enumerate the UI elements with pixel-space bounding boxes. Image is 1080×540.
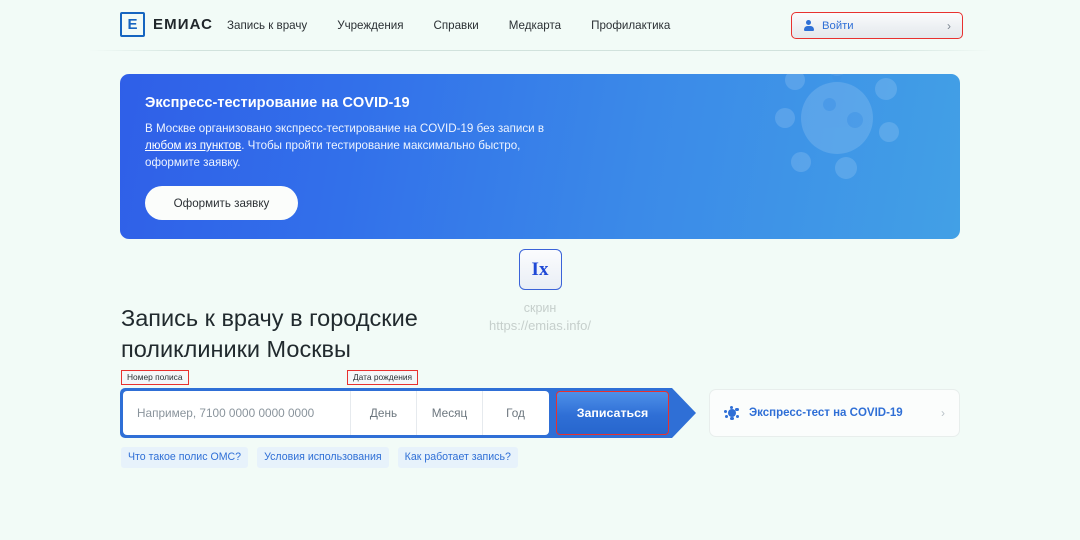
login-button[interactable]: Войти › — [791, 12, 963, 39]
annotation-birth-date: Дата рождения — [347, 370, 419, 386]
logo[interactable]: Е ЕМИАС — [120, 12, 213, 37]
form-arrow-decoration — [672, 388, 696, 438]
chevron-right-icon: › — [947, 18, 951, 33]
link-terms-of-use[interactable]: Условия использования — [257, 447, 389, 468]
annotation-policy-number: Номер полиса — [121, 370, 189, 386]
main-nav: Запись к врачу Учреждения Справки Медкар… — [227, 19, 670, 32]
page-title: Запись к врачу в городские поликлиники М… — [121, 305, 418, 362]
header-divider — [88, 50, 992, 51]
appointment-form: Например, 7100 0000 0000 0000 День Месяц… — [120, 388, 696, 438]
banner-description: В Москве организовано экспресс-тестирова… — [145, 120, 565, 171]
nav-item-medkarta[interactable]: Медкарта — [509, 19, 561, 32]
chevron-right-icon: › — [941, 406, 945, 420]
site-header: Е ЕМИАС Запись к врачу Учреждения Справк… — [0, 0, 1080, 51]
covid-express-test-card[interactable]: Экспресс-тест на COVID-19 › — [709, 389, 960, 437]
link-how-booking-works[interactable]: Как работает запись? — [397, 447, 518, 468]
nav-item-spravki[interactable]: Справки — [434, 19, 479, 32]
submit-appointment-button[interactable]: Записаться — [556, 391, 669, 435]
form-background: Например, 7100 0000 0000 0000 День Месяц… — [120, 388, 672, 438]
virus-decoration-large — [775, 74, 900, 181]
birth-month-select[interactable]: Месяц — [417, 391, 483, 435]
nav-item-profilaktika[interactable]: Профилактика — [591, 19, 670, 32]
virus-icon — [724, 405, 739, 421]
birth-day-select[interactable]: День — [351, 391, 417, 435]
logo-mark-icon: Е — [120, 12, 145, 37]
covid-testing-banner: Экспресс-тестирование на COVID-19 В Моск… — [120, 74, 960, 239]
logo-text: ЕМИАС — [153, 16, 214, 33]
covid-card-label: Экспресс-тест на COVID-19 — [749, 407, 903, 419]
watermark-badge-icon: Ix — [518, 249, 562, 290]
nav-item-uchrezhdeniya[interactable]: Учреждения — [337, 19, 403, 32]
banner-text-part1: В Москве организовано экспресс-тестирова… — [145, 122, 544, 135]
banner-apply-button[interactable]: Оформить заявку — [145, 186, 298, 220]
birth-year-select[interactable]: Год — [483, 391, 548, 435]
helper-links: Что такое полис ОМС? Условия использован… — [121, 447, 518, 468]
banner-points-link[interactable]: любом из пунктов — [145, 139, 241, 152]
link-what-is-oms[interactable]: Что такое полис ОМС? — [121, 447, 249, 468]
user-icon — [803, 20, 814, 31]
banner-title: Экспресс-тестирование на COVID-19 — [145, 95, 410, 111]
policy-number-input[interactable]: Например, 7100 0000 0000 0000 — [123, 391, 351, 435]
login-button-label: Войти — [822, 19, 854, 32]
form-fields: Например, 7100 0000 0000 0000 День Месяц… — [123, 391, 549, 435]
nav-item-zapis[interactable]: Запись к врачу — [227, 19, 307, 32]
